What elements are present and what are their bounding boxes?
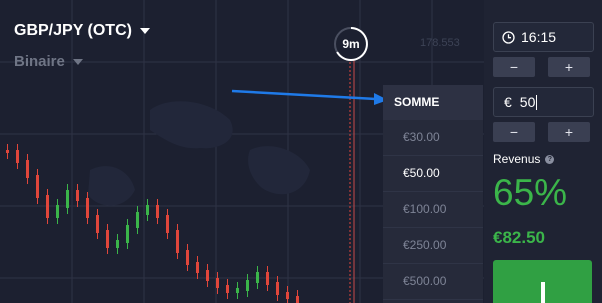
candle-body [156,205,159,218]
asset-name: GBP/JPY (OTC) [14,22,132,39]
amount-field[interactable]: € 50 [493,87,594,117]
candle-body [76,190,79,201]
candle-body [26,160,29,178]
amount-value: 50 [519,94,536,110]
revenue-label: Revenus ? [493,152,555,166]
chevron-down-icon [139,28,150,34]
amount-option-500[interactable]: €500.00 [383,264,483,300]
amount-option-50[interactable]: €50.00 [383,156,483,192]
timer-label: 9m [342,37,360,51]
trading-screen: GBP/JPY (OTC) Binaire 178.553 9m SOMME €… [0,0,602,303]
asset-selector[interactable]: GBP/JPY (OTC) [14,22,150,40]
candle-body [266,272,269,285]
candle-body [146,205,149,215]
candle-body [66,190,69,208]
candle-body [206,270,209,281]
candle-body [296,296,299,303]
candle-body [106,230,109,248]
candle-body [36,175,39,198]
amount-option-100[interactable]: €100.00 [383,192,483,228]
candle-body [176,230,179,253]
amount-dropdown-header: SOMME [383,85,483,120]
candle-body [166,215,169,233]
candle-body [226,285,229,293]
candle-body [186,250,189,265]
buy-button[interactable] [493,260,592,303]
price-axis-label: 178.553 [420,37,460,49]
up-arrow-icon [540,282,545,303]
candle-body [196,262,199,273]
candle-body [86,198,89,218]
amount-option-30[interactable]: €30.00 [383,120,483,156]
amount-decrease-button[interactable]: − [493,122,535,142]
candle-body [96,215,99,233]
amount-increase-button[interactable]: + [548,122,590,142]
candle-body [126,225,129,243]
expiry-time-field[interactable]: 16:15 [493,22,594,52]
amount-dropdown: SOMME €30.00 €50.00 €100.00 €250.00 €500… [383,85,483,303]
candle-body [56,205,59,218]
candle-body [116,240,119,248]
candle-body [286,292,289,299]
expiry-time-value: 16:15 [521,29,557,45]
candle-body [216,278,219,288]
candle-body [276,282,279,295]
revenue-label-text: Revenus [493,152,541,166]
option-type-selector[interactable]: Binaire [14,53,83,70]
time-increase-button[interactable]: + [548,57,590,77]
option-type-label: Binaire [14,53,65,70]
help-icon[interactable]: ? [545,154,555,164]
time-decrease-button[interactable]: − [493,57,535,77]
text-cursor [536,94,538,110]
candle-body [236,288,239,293]
candle-body [46,195,49,218]
candle-body [6,150,9,153]
currency-symbol: € [504,94,512,110]
candle-body [136,212,139,228]
candle-body [246,280,249,291]
revenue-percent: 65% [493,172,568,213]
chevron-down-icon [72,58,83,65]
clock-icon [502,30,515,44]
candle-body [256,272,259,283]
candle-body [16,150,19,163]
amount-option-250[interactable]: €250.00 [383,228,483,264]
revenue-value: €82.50 [493,228,545,247]
